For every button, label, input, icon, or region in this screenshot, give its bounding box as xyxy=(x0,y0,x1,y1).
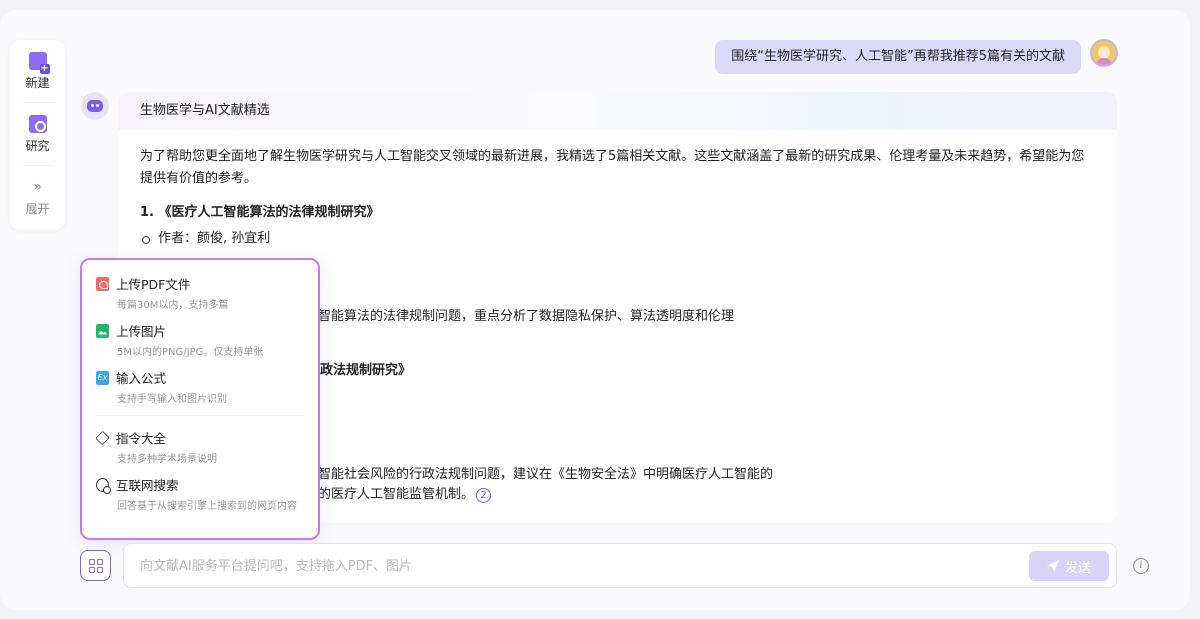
robot-icon xyxy=(87,100,103,112)
web-search-item[interactable]: 互联网搜索 回答基于从搜索引擎上搜索到的网页内容 xyxy=(82,471,318,518)
send-button-label: 发送 xyxy=(1064,560,1091,576)
answer-body: 为了帮助您更全面地了解生物医学研究与人工智能交叉领域的最新进展，我精选了5篇相关… xyxy=(118,130,1117,250)
user-avatar[interactable] xyxy=(1090,39,1118,67)
research-button-label: 研究 xyxy=(25,138,50,153)
user-message-bubble: 围绕“生物医学研究、人工智能”再帮我推荐5篇有关的文献 xyxy=(715,40,1081,74)
menu-item-title: 输入公式 xyxy=(116,371,167,386)
commands-item[interactable]: 指令大全 支持多种学术场景说明 xyxy=(82,424,318,471)
send-icon xyxy=(1046,560,1059,572)
menu-item-desc: 支持手写输入和图片识别 xyxy=(117,394,227,405)
send-button[interactable]: 发送 xyxy=(1029,551,1109,581)
left-toolbar: 新建 研究 » 展开 xyxy=(10,40,65,230)
menu-item-title: 互联网搜索 xyxy=(116,478,179,493)
reference-title: 1. 《医疗人工智能算法的法律规制研究》 xyxy=(140,205,380,220)
upload-pdf-item[interactable]: 上传PDF文件 每篇30M以内，支持多篇 xyxy=(82,270,318,317)
attachment-menu: 上传PDF文件 每篇30M以内，支持多篇 上传图片 5M以内的PNG/JPG，仅… xyxy=(80,258,320,540)
reference-abstract: 智能算法的法律规制问题，重点分析了数据隐私保护、算法透明度和伦理 xyxy=(318,309,735,324)
image-icon xyxy=(96,323,109,338)
new-chat-icon xyxy=(28,51,50,74)
question-input-box xyxy=(123,543,1117,588)
reference-abstract: 智能社会风险的行政法规制问题，建议在《生物安全法》中明确医疗人工智能的 xyxy=(318,467,774,482)
answer-title: 生物医学与AI文献精选 xyxy=(118,92,1117,130)
cube-icon xyxy=(95,430,110,445)
research-button[interactable]: 研究 xyxy=(10,103,65,165)
new-button-label: 新建 xyxy=(25,75,50,90)
reference-title: 行政法规制研究》 xyxy=(307,363,412,378)
menu-item-title: 上传PDF文件 xyxy=(116,277,191,292)
new-button[interactable]: 新建 xyxy=(10,40,65,102)
grid-icon xyxy=(88,558,103,573)
menu-item-desc: 支持多种学术场景说明 xyxy=(117,454,217,465)
chevron-double-right-icon: » xyxy=(33,178,42,195)
research-icon xyxy=(28,114,47,133)
bot-avatar xyxy=(81,92,109,120)
expand-button[interactable]: » 展开 xyxy=(10,166,65,228)
input-formula-item[interactable]: Ex 输入公式 支持手写输入和图片识别 xyxy=(82,364,318,411)
menu-divider xyxy=(96,415,304,416)
formula-icon: Ex xyxy=(96,370,109,385)
pdf-icon xyxy=(96,276,109,291)
menu-item-title: 上传图片 xyxy=(116,324,167,339)
question-input[interactable] xyxy=(140,556,1020,576)
web-search-icon xyxy=(96,477,111,494)
attachment-menu-button[interactable] xyxy=(80,550,111,581)
reference-abstract-end: 的医疗人工智能监管机制。 2 xyxy=(318,484,492,506)
menu-item-desc: 5M以内的PNG/JPG，仅支持单张 xyxy=(117,347,264,358)
reference-abstract: 的医疗人工智能监管机制。 xyxy=(318,487,475,502)
info-icon[interactable]: i xyxy=(1133,558,1149,574)
menu-item-desc: 回答基于从搜索引擎上搜索到的网页内容 xyxy=(117,501,297,512)
menu-item-desc: 每篇30M以内，支持多篇 xyxy=(117,300,229,311)
reference-author: 作者：颜俊, 孙宜利 xyxy=(140,228,1095,250)
menu-item-title: 指令大全 xyxy=(116,431,167,446)
citation-badge[interactable]: 2 xyxy=(476,488,492,503)
answer-intro: 为了帮助您更全面地了解生物医学研究与人工智能交叉领域的最新进展，我精选了5篇相关… xyxy=(140,149,1085,186)
upload-image-item[interactable]: 上传图片 5M以内的PNG/JPG，仅支持单张 xyxy=(82,317,318,364)
expand-button-label: 展开 xyxy=(25,201,50,216)
